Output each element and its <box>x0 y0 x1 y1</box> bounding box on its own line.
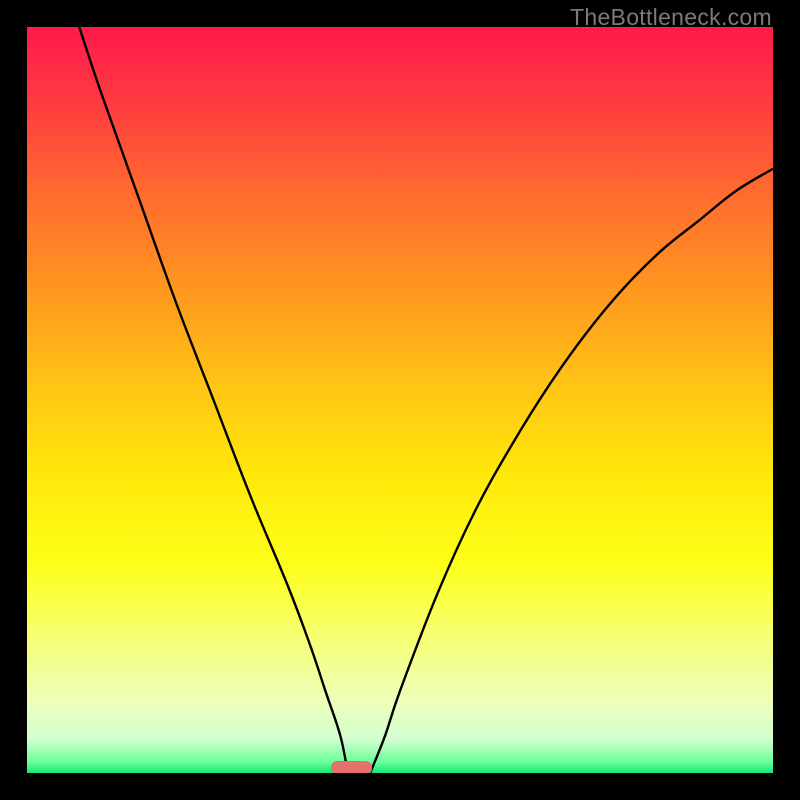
chart-frame: TheBottleneck.com <box>0 0 800 800</box>
bottleneck-chart <box>27 27 773 773</box>
valley-marker <box>331 761 372 773</box>
gradient-background <box>27 27 773 773</box>
plot-area <box>27 27 773 773</box>
